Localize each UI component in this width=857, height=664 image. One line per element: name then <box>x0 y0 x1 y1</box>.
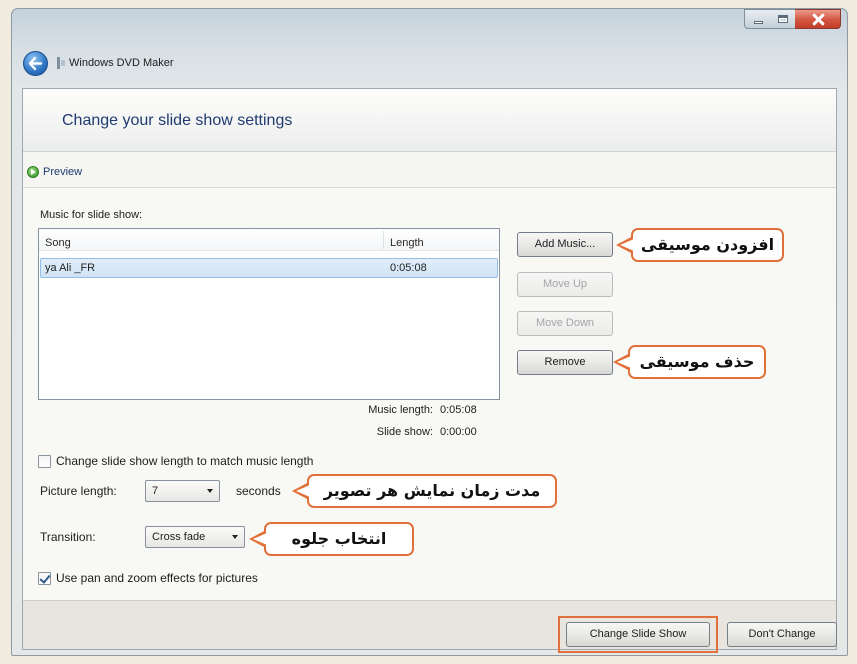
preview-bar <box>23 153 836 188</box>
maximize-icon <box>778 15 788 23</box>
add-music-button[interactable]: Add Music... <box>517 232 613 257</box>
song-cell: ya Ali _FR <box>45 262 96 274</box>
music-listbox[interactable] <box>38 228 500 400</box>
close-button[interactable] <box>795 9 841 29</box>
back-button[interactable] <box>23 51 48 76</box>
length-cell: 0:05:08 <box>390 262 427 274</box>
picture-length-label: Picture length: <box>40 484 117 498</box>
picture-length-dropdown[interactable]: 7 <box>145 480 220 502</box>
move-down-button[interactable]: Move Down <box>517 311 613 336</box>
callout-remove-music: حذف موسیقی <box>613 345 766 379</box>
seconds-label: seconds <box>236 484 281 498</box>
match-length-checkbox[interactable] <box>38 455 51 468</box>
picture-length-value: 7 <box>152 485 159 497</box>
chevron-down-icon <box>232 535 238 539</box>
transition-dropdown[interactable]: Cross fade <box>145 526 245 548</box>
music-section-label: Music for slide show: <box>40 209 143 221</box>
column-header-song[interactable]: Song <box>45 236 71 250</box>
transition-value: Cross fade <box>152 531 206 543</box>
dvd-maker-screenshot: Windows DVD Maker Change your slide show… <box>0 0 857 664</box>
move-up-button[interactable]: Move Up <box>517 272 613 297</box>
column-header-length[interactable]: Length <box>390 236 424 250</box>
transition-label: Transition: <box>40 530 96 544</box>
list-header <box>39 229 499 251</box>
callout-picture-length: مدت زمان نمایش هر تصویر <box>292 474 557 508</box>
chevron-down-icon <box>207 489 213 493</box>
column-divider[interactable] <box>383 231 384 249</box>
dont-change-button[interactable]: Don't Change <box>727 622 837 647</box>
dvd-maker-icon <box>57 57 65 69</box>
maximize-button[interactable] <box>770 9 796 29</box>
minimize-button[interactable] <box>744 9 771 29</box>
close-icon <box>811 13 825 26</box>
slide-show-length-value: 0:00:00 <box>440 426 477 438</box>
preview-link[interactable]: Preview <box>43 165 82 179</box>
slide-show-length-label: Slide show: <box>376 426 433 438</box>
match-length-label[interactable]: Change slide show length to match music … <box>56 454 313 468</box>
pan-zoom-checkbox[interactable] <box>38 572 51 585</box>
play-icon[interactable] <box>27 166 39 178</box>
music-length-value: 0:05:08 <box>440 404 477 416</box>
table-row[interactable]: ya Ali _FR 0:05:08 <box>40 258 498 278</box>
back-arrow-icon <box>28 56 43 71</box>
callout-transition: انتخاب جلوه <box>249 522 414 556</box>
change-slide-show-highlight <box>558 616 718 653</box>
callout-add-music: افزودن موسیقی <box>616 228 784 262</box>
remove-button[interactable]: Remove <box>517 350 613 375</box>
page-title: Change your slide show settings <box>62 112 293 129</box>
minimize-icon <box>754 21 763 24</box>
window-title: Windows DVD Maker <box>69 57 174 69</box>
music-length-label: Music length: <box>368 404 433 416</box>
pan-zoom-label[interactable]: Use pan and zoom effects for pictures <box>56 571 258 585</box>
